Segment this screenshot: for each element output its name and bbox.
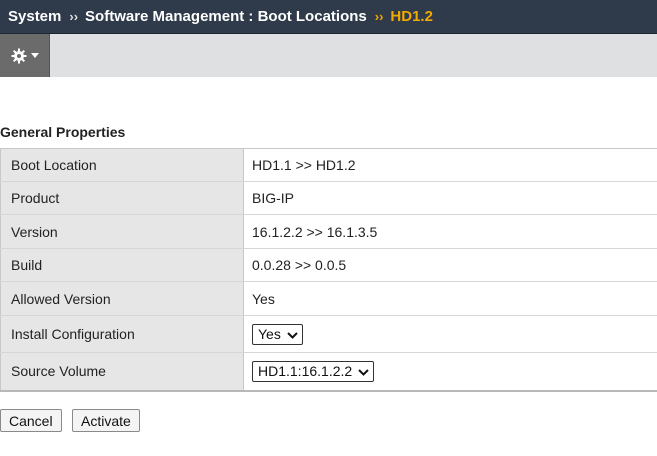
select-value: HD1.1:16.1.2.2: [258, 363, 353, 380]
table-row: Install Configuration Yes: [0, 315, 657, 353]
table-row: Product BIG-IP: [0, 181, 657, 215]
row-label: Source Volume: [0, 352, 244, 391]
source-volume-select[interactable]: HD1.1:16.1.2.2: [252, 360, 375, 382]
chevron-down-icon: [287, 326, 298, 342]
select-value: Yes: [258, 326, 281, 342]
caret-down-icon: [30, 53, 39, 58]
breadcrumb: System ›› Software Management : Boot Loc…: [0, 0, 657, 34]
section-title: General Properties: [0, 124, 126, 140]
table-row: Build 0.0.28 >> 0.0.5: [0, 248, 657, 282]
settings-menu-button[interactable]: [0, 34, 50, 77]
row-label: Build: [0, 248, 244, 282]
row-label: Allowed Version: [0, 281, 244, 316]
table-row: Source Volume HD1.1:16.1.2.2: [0, 352, 657, 391]
row-value: BIG-IP: [243, 181, 657, 215]
table-row: Boot Location HD1.1 >> HD1.2: [0, 148, 657, 182]
row-label: Product: [0, 181, 244, 215]
gear-icon: [11, 48, 27, 64]
table-row: Allowed Version Yes: [0, 281, 657, 316]
breadcrumb-current: HD1.2: [390, 8, 433, 25]
row-label: Version: [0, 214, 244, 249]
row-value: 16.1.2.2 >> 16.1.3.5: [243, 214, 657, 249]
cancel-button[interactable]: Cancel: [0, 409, 62, 432]
activate-button[interactable]: Activate: [72, 409, 140, 432]
row-label: Install Configuration: [0, 315, 244, 353]
breadcrumb-item-system[interactable]: System: [8, 8, 61, 25]
row-value: HD1.1 >> HD1.2: [243, 148, 657, 182]
row-value: Yes: [243, 281, 657, 316]
toolbar: [0, 34, 657, 77]
breadcrumb-separator: ››: [69, 9, 79, 24]
install-configuration-select[interactable]: Yes: [252, 323, 303, 345]
table-row: Version 16.1.2.2 >> 16.1.3.5: [0, 214, 657, 249]
row-label: Boot Location: [0, 148, 244, 182]
chevron-down-icon: [358, 363, 369, 379]
breadcrumb-separator: ››: [374, 9, 384, 24]
properties-table: Boot Location HD1.1 >> HD1.2 Product BIG…: [0, 148, 657, 392]
row-value: 0.0.28 >> 0.0.5: [243, 248, 657, 282]
breadcrumb-item-boot-locations[interactable]: Software Management : Boot Locations: [85, 8, 367, 25]
